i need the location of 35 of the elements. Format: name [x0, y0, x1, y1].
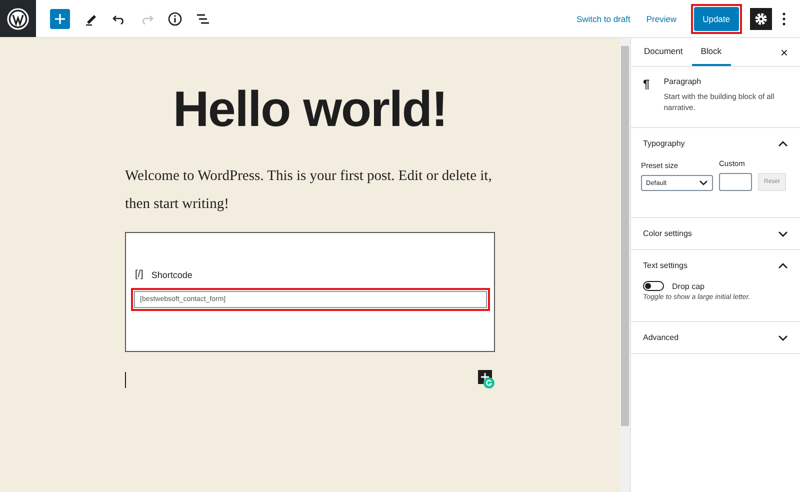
- add-block-button[interactable]: [50, 8, 70, 28]
- block-name: Paragraph: [664, 77, 702, 86]
- toolbar-link[interactable]: Switch to draft: [570, 10, 636, 28]
- update-button[interactable]: Update: [694, 6, 739, 30]
- panel-header[interactable]: Advanced: [631, 322, 800, 353]
- list-view-icon[interactable]: [196, 12, 210, 26]
- toolbar-link[interactable]: Preview: [640, 10, 683, 28]
- custom-size-field[interactable]: [719, 173, 752, 191]
- chevron-icon[interactable]: [778, 263, 788, 269]
- chevron-icon[interactable]: [778, 231, 788, 237]
- more-options-icon[interactable]: [782, 12, 786, 26]
- paragraph-icon: ¶: [643, 77, 650, 113]
- wordpress-logo-icon: [7, 8, 29, 30]
- chevron-icon[interactable]: [778, 141, 788, 147]
- info-icon[interactable]: [168, 12, 182, 26]
- settings-button[interactable]: [750, 8, 772, 30]
- post-title[interactable]: Hello world!: [172, 80, 448, 138]
- panel-header[interactable]: Color settings: [631, 218, 800, 249]
- drop-cap-toggle[interactable]: [643, 281, 664, 291]
- settings-icon: [754, 12, 768, 26]
- sidebar-tab[interactable]: Document: [635, 38, 692, 66]
- shortcode-label: Shortcode: [151, 270, 192, 280]
- paragraph-text[interactable]: Welcome to WordPress. This is your first post. Edit or delete it, then start writing!: [125, 162, 495, 218]
- wordpress-logo[interactable]: [0, 0, 36, 37]
- text-cursor: [125, 372, 126, 388]
- panel-header[interactable]: Text settings: [631, 250, 800, 281]
- plus-icon: [55, 14, 65, 24]
- grammarly-icon[interactable]: [478, 370, 495, 389]
- shortcode-icon: [/]: [135, 269, 144, 280]
- close-button[interactable]: ×: [768, 38, 800, 66]
- sidebar-tab[interactable]: Block: [692, 38, 731, 66]
- chevron-icon[interactable]: [778, 335, 788, 341]
- chevron-down-icon: [699, 180, 708, 186]
- drop-cap-label: Drop cap: [672, 282, 704, 290]
- panel-header[interactable]: Typography: [631, 128, 800, 159]
